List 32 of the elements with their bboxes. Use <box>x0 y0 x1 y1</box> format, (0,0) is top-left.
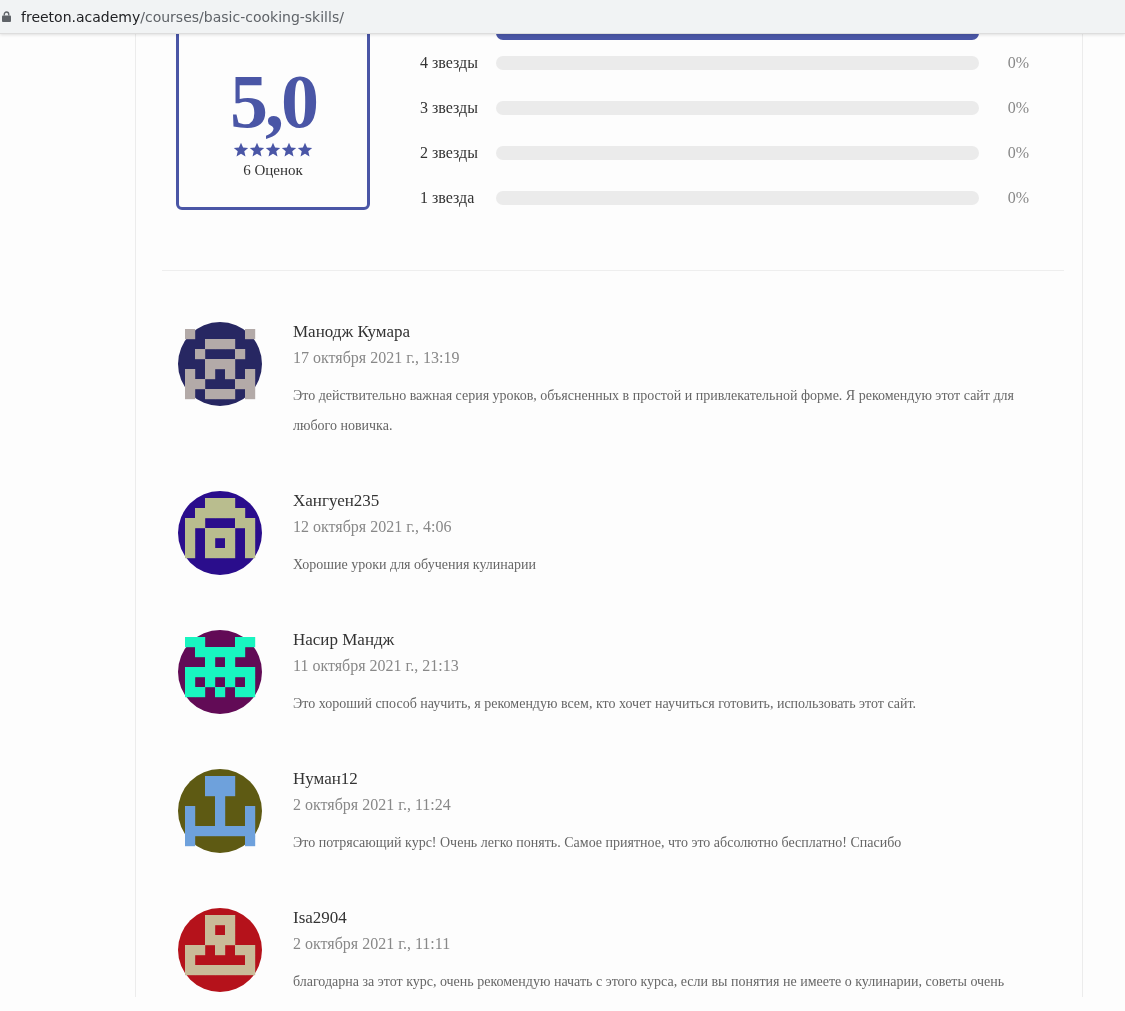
rating-percent: 0% <box>1006 53 1030 72</box>
review-author: Нуман12 <box>293 769 359 789</box>
star-icon <box>233 141 249 158</box>
review-text: благодарна за этот курс, очень рекомендую начать с этого курса, если вы понятия не имеете о кулинарии, советы очень <box>293 973 1005 991</box>
rating-percent: 0% <box>1006 98 1030 117</box>
star-level-label: 3 звезды <box>420 98 479 117</box>
star-level-label: 2 звезды <box>420 143 479 162</box>
review-date: 2 октября 2021 г., 11:11 <box>293 935 452 953</box>
star-icon <box>265 141 281 158</box>
lock-icon <box>2 11 11 22</box>
review-text: Это действительно важная серия уроков, объясненных в простой и привлекательной форме. Я рекомендую этот сайт для любого новичка. <box>293 387 1015 435</box>
ratings-count: 6 Оценок <box>243 161 303 179</box>
review-author: Насир Мандж <box>293 630 396 650</box>
average-score: 5,0 <box>230 65 316 138</box>
star-level-label: 1 звезда <box>420 188 476 207</box>
star-icon <box>297 141 313 158</box>
review-text: Это потрясающий курс! Очень легко понять. Самое приятное, что это абсолютно бесплатно! Спасибо <box>293 834 902 852</box>
rating-percent: 0% <box>1006 188 1030 207</box>
review-date: 17 октября 2021 г., 13:19 <box>293 349 461 367</box>
review-date: 2 октября 2021 г., 11:24 <box>293 796 452 814</box>
review-text: Хорошие уроки для обучения кулинарии <box>293 556 536 574</box>
review-text: Это хороший способ научить, я рекомендую всем, кто хочет научиться готовить, использовать этот сайт. <box>293 695 917 713</box>
rating-percent: 0% <box>1006 143 1030 162</box>
review-date: 12 октября 2021 г., 4:06 <box>293 518 453 536</box>
review-author: Манодж Кумара <box>293 322 411 342</box>
address-bar-url[interactable]: freeton.academy/courses/basic-cooking-skills/ <box>21 8 344 25</box>
star-level-label: 4 звезды <box>420 53 479 72</box>
review-author: Isa2904 <box>293 908 348 928</box>
star-icon <box>281 141 297 158</box>
review-author: Хангуен235 <box>293 491 381 511</box>
review-date: 11 октября 2021 г., 21:13 <box>293 657 460 675</box>
star-icon <box>249 141 265 158</box>
